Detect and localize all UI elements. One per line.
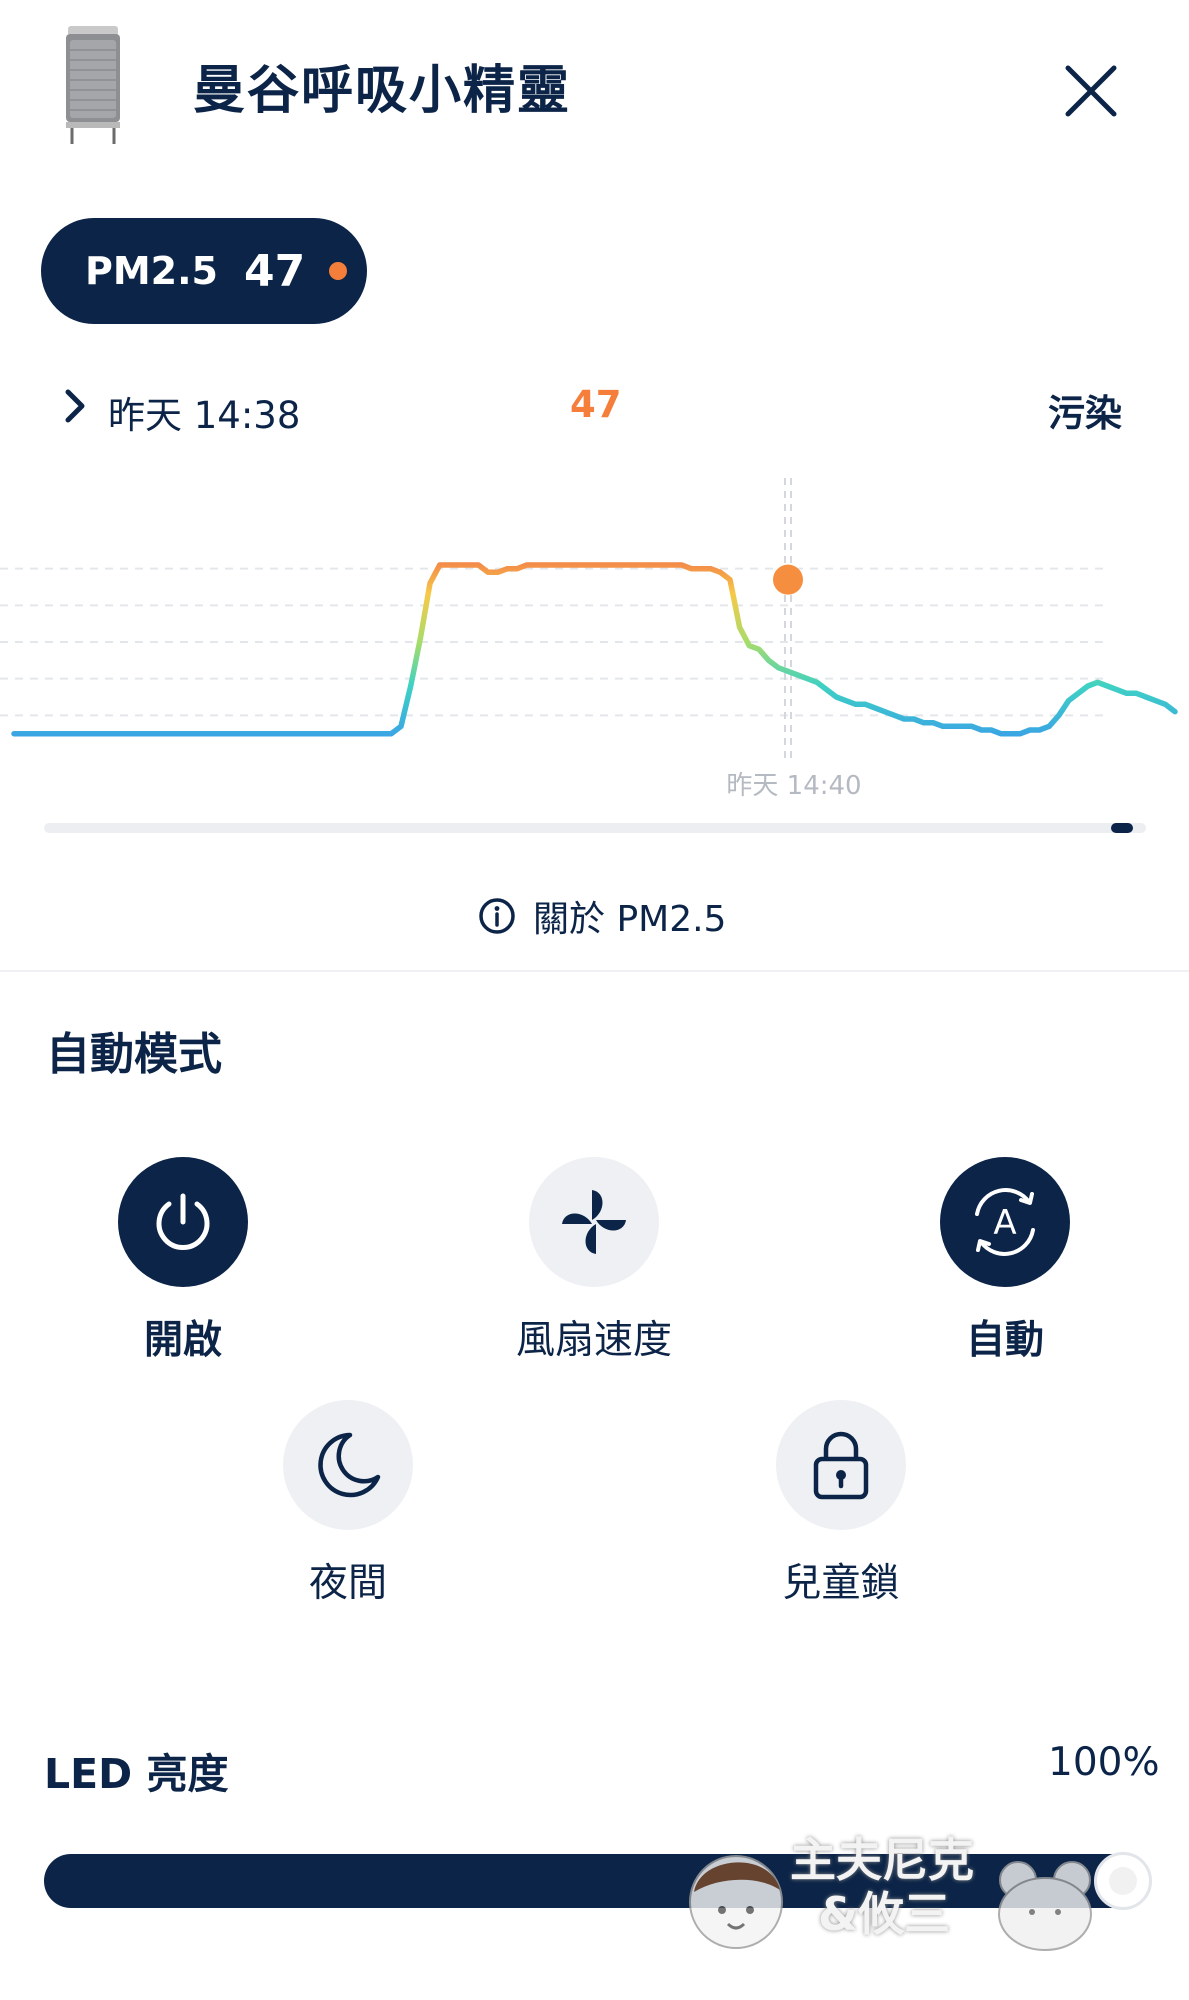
auto-mode-icon: A — [975, 1188, 1035, 1256]
section-divider — [0, 970, 1189, 972]
auto-mode-button[interactable]: A — [940, 1157, 1070, 1287]
pm25-status-dot — [329, 262, 348, 280]
pm25-badge-value: 47 — [243, 245, 306, 297]
pm25-badge[interactable]: PM2.5 47 — [41, 218, 367, 324]
air-quality-status: 污染 — [1048, 392, 1122, 435]
control-child-lock[interactable]: 兒童鎖 — [711, 1400, 971, 1608]
close-icon[interactable] — [1058, 58, 1124, 124]
x-tick-label: 昨天 14:40 — [726, 771, 861, 800]
power-button[interactable] — [118, 1157, 248, 1287]
led-brightness-value: 100% — [1048, 1740, 1160, 1785]
chart-series-line — [11, 562, 1178, 737]
chart-scrollbar-thumb[interactable] — [1111, 823, 1133, 833]
fan-icon — [562, 1190, 626, 1254]
power-icon — [156, 1193, 210, 1250]
fan-speed-label: 風扇速度 — [515, 1318, 672, 1363]
lock-icon — [813, 1431, 869, 1500]
mode-title: 自動模式 — [46, 1029, 222, 1080]
info-icon — [479, 898, 515, 934]
child-lock-label: 兒童鎖 — [782, 1561, 900, 1606]
control-fan-speed[interactable]: 風扇速度 — [464, 1157, 724, 1365]
fan-speed-button[interactable] — [529, 1157, 659, 1287]
device-image — [66, 26, 120, 144]
control-power[interactable]: 開啟 — [53, 1157, 313, 1365]
about-pm25-link[interactable]: 關於 PM2.5 — [477, 892, 726, 940]
page-title: 曼谷呼吸小精靈 — [193, 61, 572, 121]
chevron-right-icon[interactable] — [62, 388, 88, 424]
about-pm25-label: 關於 PM2.5 — [533, 899, 727, 940]
control-auto[interactable]: A 自動 — [875, 1157, 1135, 1365]
chart-selected-time: 昨天 14:38 — [108, 394, 301, 437]
moon-icon — [318, 1432, 381, 1498]
chart-highlight-marker — [773, 564, 803, 595]
watermark-line-2: &攸三 — [818, 1887, 951, 1941]
chart-scrollbar-track[interactable] — [44, 823, 1146, 833]
pm25-badge-label: PM2.5 — [85, 249, 218, 293]
night-mode-button[interactable] — [283, 1400, 413, 1530]
led-brightness-thumb[interactable] — [1094, 1852, 1152, 1910]
night-mode-label: 夜間 — [308, 1561, 387, 1606]
led-brightness-label: LED 亮度 — [44, 1750, 229, 1798]
watermark-line-1: 主夫尼克 — [790, 1833, 974, 1887]
svg-text:A: A — [993, 1203, 1016, 1243]
chart-selected-value: 47 — [570, 383, 622, 426]
power-label: 開啟 — [143, 1318, 222, 1363]
child-lock-button[interactable] — [776, 1400, 906, 1530]
auto-mode-label: 自動 — [965, 1318, 1044, 1363]
control-night[interactable]: 夜間 — [218, 1400, 478, 1608]
pm25-line-chart[interactable]: 昨天 14:40 — [0, 470, 1189, 800]
